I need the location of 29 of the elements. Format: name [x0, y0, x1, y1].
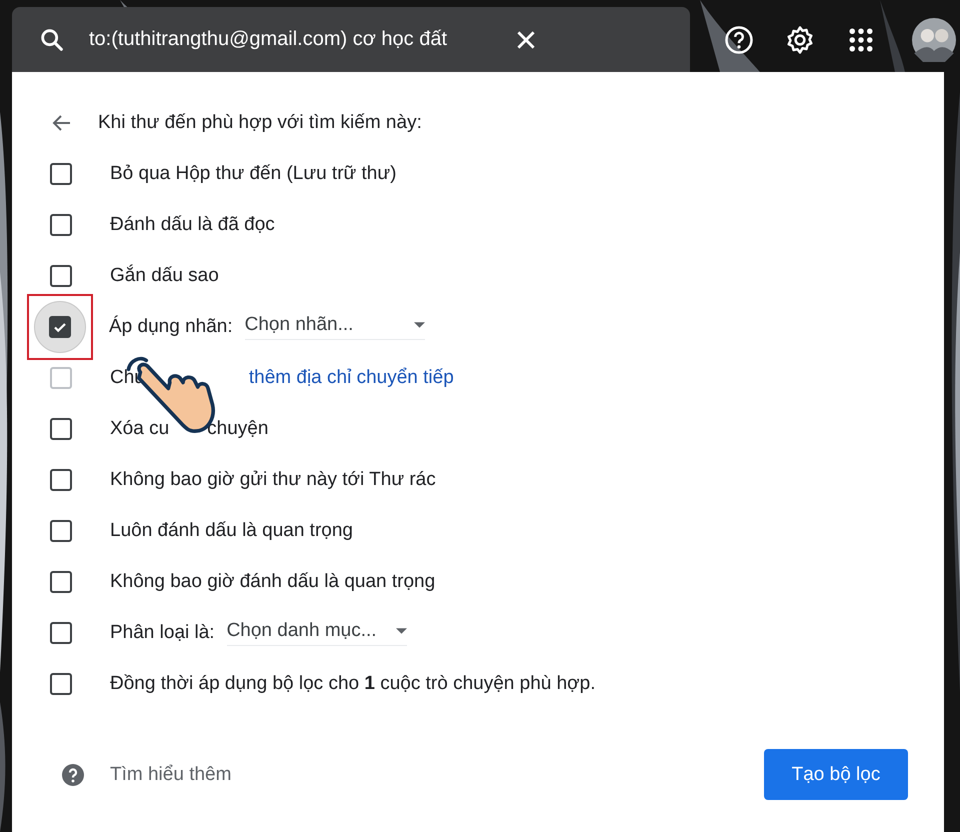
- option-label: Đồng thời áp dụng bộ lọc cho 1 cuộc trò chuyện phù hợp.: [110, 672, 596, 694]
- option-label: Không bao giờ gửi thư này tới Thư rác: [110, 468, 436, 490]
- checkbox[interactable]: [50, 672, 72, 694]
- caret-icon: [414, 322, 425, 328]
- option-label: Đánh dấu là đã đọc: [110, 214, 275, 236]
- option-label: Xóa cu: [110, 418, 170, 440]
- learn-more-link[interactable]: Tìm hiểu thêm: [110, 764, 232, 786]
- option-label: Phân loại là:: [110, 622, 215, 644]
- help-icon[interactable]: [61, 762, 85, 786]
- option-label: chuyện: [207, 418, 268, 440]
- checkbox[interactable]: [50, 622, 72, 644]
- checkbox[interactable]: [50, 468, 72, 490]
- option-label: Bỏ qua Hộp thư đến (Lưu trữ thư): [110, 162, 396, 184]
- checkbox[interactable]: [50, 214, 72, 236]
- option-label: Luôn đánh dấu là quan trọng: [110, 520, 353, 542]
- checkbox[interactable]: [50, 520, 72, 542]
- option-label: Không bao giờ đánh dấu là quan trọng: [110, 570, 436, 592]
- caret-icon: [396, 628, 407, 634]
- checkbox[interactable]: [50, 162, 72, 184]
- dropdown[interactable]: Chọn danh mục...: [226, 620, 407, 646]
- checkbox[interactable]: [50, 570, 72, 592]
- checkbox[interactable]: [49, 316, 71, 338]
- option-label: Gắn dấu sao: [110, 264, 219, 286]
- option-label: Áp dụng nhãn:: [109, 316, 233, 338]
- heading-text: Khi thư đến phù hợp với tìm kiếm này:: [98, 112, 422, 134]
- checkbox[interactable]: [50, 264, 72, 286]
- create-filter-button[interactable]: Tạo bộ lọc: [764, 749, 908, 800]
- checkbox[interactable]: [50, 418, 72, 440]
- dropdown[interactable]: Chọn nhãn...: [244, 314, 425, 340]
